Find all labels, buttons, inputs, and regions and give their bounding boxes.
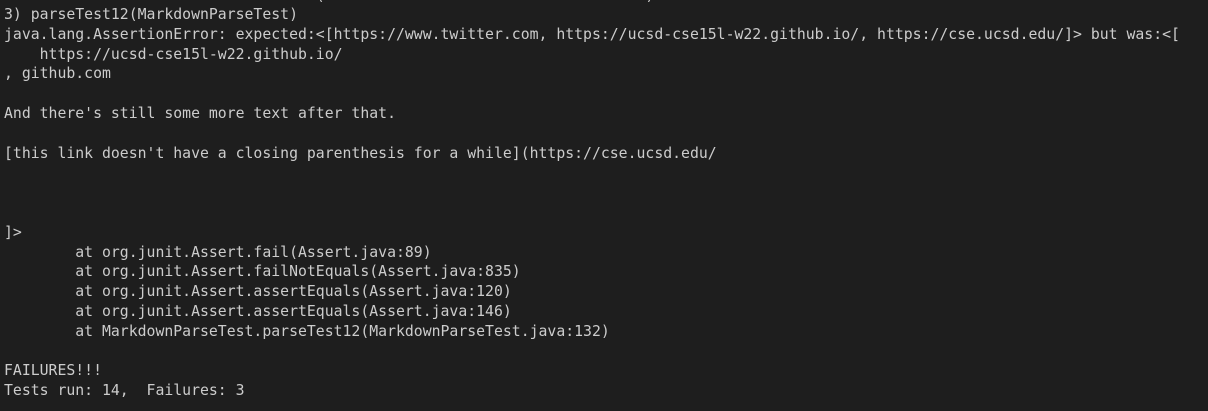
- failure-heading: 3) parseTest12(MarkdownParseTest): [4, 6, 298, 23]
- test-summary: Tests run: 14, Failures: 3: [4, 382, 245, 400]
- failures-banner: FAILURES!!!: [4, 362, 102, 380]
- stack-trace-line: at org.junit.Assert.assertEquals(Assert.…: [4, 302, 512, 320]
- stack-trace-line: at MarkdownParseTest.parseTest12(Markdow…: [4, 322, 610, 340]
- output-line: And there's still some more text after t…: [4, 104, 396, 122]
- terminal-output[interactable]: ( ) 3) parseTest12(MarkdownParseTest) ja…: [0, 0, 1208, 411]
- terminal-lines: 3) parseTest12(MarkdownParseTest) java.l…: [4, 5, 1208, 401]
- output-line: , github.com: [4, 65, 111, 83]
- assertion-error-line: java.lang.AssertionError: expected:<[htt…: [4, 25, 1180, 43]
- output-line: [this link doesn't have a closing parent…: [4, 144, 717, 162]
- stack-trace-line: at org.junit.Assert.failNotEquals(Assert…: [4, 263, 521, 281]
- stack-trace-line: at org.junit.Assert.assertEquals(Assert.…: [4, 283, 512, 301]
- output-line: ]>: [4, 223, 22, 241]
- output-line: https://ucsd-cse15l-w22.github.io/: [4, 45, 343, 63]
- stack-trace-line: at org.junit.Assert.fail(Assert.java:89): [4, 243, 432, 261]
